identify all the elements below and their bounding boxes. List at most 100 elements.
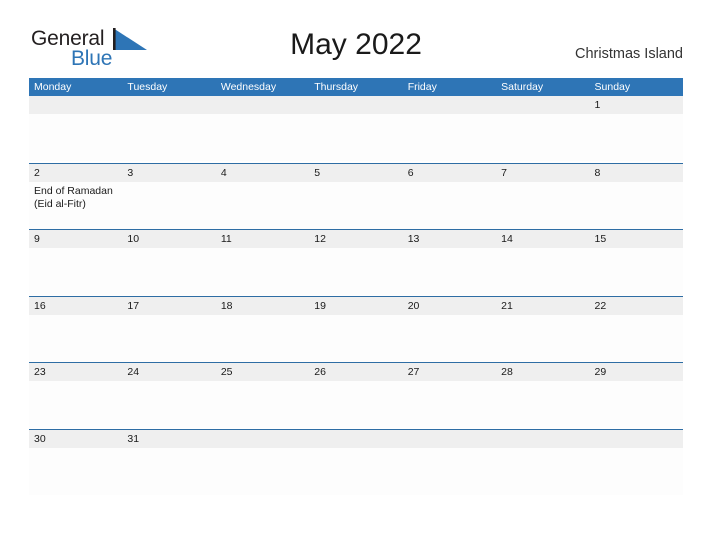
day-cell[interactable]: [309, 182, 402, 229]
day-cell[interactable]: End of Ramadan (Eid al-Fitr): [29, 182, 122, 229]
day-number[interactable]: 10: [122, 230, 215, 248]
day-number[interactable]: 26: [309, 363, 402, 381]
day-cell[interactable]: [403, 182, 496, 229]
day-cell[interactable]: [590, 182, 683, 229]
day-cell[interactable]: [122, 114, 215, 161]
day-number[interactable]: 15: [590, 230, 683, 248]
day-cell[interactable]: [496, 315, 589, 362]
day-cell[interactable]: [216, 448, 309, 495]
day-number[interactable]: 1: [590, 96, 683, 114]
calendar-table: Monday Tuesday Wednesday Thursday Friday…: [29, 78, 683, 495]
day-cell[interactable]: [309, 114, 402, 161]
day-number[interactable]: 16: [29, 297, 122, 315]
day-number[interactable]: 11: [216, 230, 309, 248]
day-number[interactable]: 27: [403, 363, 496, 381]
day-number[interactable]: 8: [590, 164, 683, 182]
day-cell[interactable]: [403, 448, 496, 495]
day-cell[interactable]: [29, 448, 122, 495]
day-event-band: [29, 314, 683, 362]
day-number[interactable]: 29: [590, 363, 683, 381]
day-cell[interactable]: [496, 448, 589, 495]
day-number[interactable]: 9: [29, 230, 122, 248]
day-cell[interactable]: [122, 315, 215, 362]
day-cell[interactable]: [496, 248, 589, 295]
day-number[interactable]: 4: [216, 164, 309, 182]
day-number[interactable]: [216, 430, 309, 448]
day-number[interactable]: 31: [122, 430, 215, 448]
day-cell[interactable]: [590, 248, 683, 295]
day-number-band: 23 24 25 26 27 28 29: [29, 363, 683, 381]
day-cell[interactable]: [29, 114, 122, 161]
calendar-week-row: 2 3 4 5 6 7 8 End of Ramadan (Eid al-Fitr): [29, 162, 683, 230]
day-number[interactable]: [216, 96, 309, 114]
day-number[interactable]: 13: [403, 230, 496, 248]
day-number[interactable]: 2: [29, 164, 122, 182]
day-cell[interactable]: [496, 114, 589, 161]
day-cell[interactable]: [216, 381, 309, 428]
day-number[interactable]: [403, 430, 496, 448]
day-number[interactable]: 24: [122, 363, 215, 381]
day-cell[interactable]: [29, 248, 122, 295]
day-number[interactable]: 3: [122, 164, 215, 182]
day-cell[interactable]: [309, 448, 402, 495]
day-cell[interactable]: [590, 114, 683, 161]
day-event-text: End of Ramadan: [34, 184, 113, 197]
day-number[interactable]: 12: [309, 230, 402, 248]
day-cell[interactable]: [590, 315, 683, 362]
day-cell[interactable]: [216, 315, 309, 362]
day-number[interactable]: 6: [403, 164, 496, 182]
day-cell[interactable]: [122, 448, 215, 495]
calendar-week-row: 16 17 18 19 20 21 22: [29, 295, 683, 363]
day-number[interactable]: 20: [403, 297, 496, 315]
calendar-week-row: 1: [29, 96, 683, 163]
day-number[interactable]: [496, 96, 589, 114]
day-cell[interactable]: [309, 381, 402, 428]
day-number[interactable]: 22: [590, 297, 683, 315]
day-number[interactable]: [496, 430, 589, 448]
day-cell[interactable]: [309, 315, 402, 362]
day-cell[interactable]: [216, 182, 309, 229]
day-number[interactable]: 21: [496, 297, 589, 315]
day-number[interactable]: 14: [496, 230, 589, 248]
day-number[interactable]: [122, 96, 215, 114]
day-number[interactable]: 19: [309, 297, 402, 315]
day-cell[interactable]: [122, 381, 215, 428]
day-cell[interactable]: [216, 248, 309, 295]
day-number[interactable]: 30: [29, 430, 122, 448]
day-cell[interactable]: [403, 114, 496, 161]
day-cell[interactable]: [496, 182, 589, 229]
day-cell[interactable]: [403, 381, 496, 428]
day-number[interactable]: 17: [122, 297, 215, 315]
location-label: Christmas Island: [575, 46, 683, 62]
day-number[interactable]: [309, 430, 402, 448]
day-number[interactable]: [403, 96, 496, 114]
day-number[interactable]: 7: [496, 164, 589, 182]
day-cell[interactable]: [29, 315, 122, 362]
day-event-band: [29, 114, 683, 161]
day-number-band: 2345678: [29, 163, 683, 182]
day-cell[interactable]: [29, 381, 122, 428]
day-number[interactable]: 23: [29, 363, 122, 381]
day-event-band: [29, 447, 683, 495]
calendar-weeks: 1 2 3 4 5 6 7 8 End of Ramadan (Eid al-Fitr) 9 10 11…: [29, 96, 683, 495]
day-number-band: 1: [29, 96, 683, 114]
day-cell[interactable]: [122, 182, 215, 229]
day-cell[interactable]: [403, 248, 496, 295]
day-number[interactable]: [590, 430, 683, 448]
day-cell[interactable]: [496, 381, 589, 428]
day-cell[interactable]: [216, 114, 309, 161]
day-number-band: 16 17 18 19 20 21 22: [29, 296, 683, 315]
day-number[interactable]: [29, 96, 122, 114]
day-number[interactable]: [309, 96, 402, 114]
day-number[interactable]: 28: [496, 363, 589, 381]
day-cell[interactable]: [590, 448, 683, 495]
day-cell[interactable]: [122, 248, 215, 295]
day-number[interactable]: 5: [309, 164, 402, 182]
day-number-band: 9 10 11 12 13 14 15: [29, 230, 683, 248]
day-event-band: [29, 248, 683, 295]
day-cell[interactable]: [590, 381, 683, 428]
day-number[interactable]: 18: [216, 297, 309, 315]
day-cell[interactable]: [403, 315, 496, 362]
day-cell[interactable]: [309, 248, 402, 295]
day-number[interactable]: 25: [216, 363, 309, 381]
